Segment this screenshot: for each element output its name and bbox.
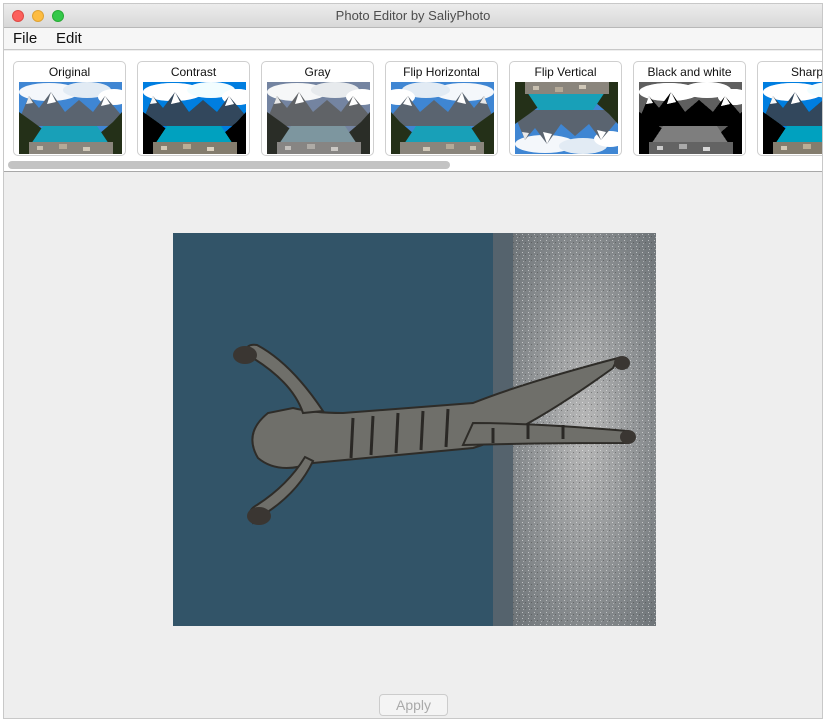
filter-preview-original [19,82,122,154]
menu-bar: File Edit [4,28,822,50]
filter-label: Original [48,65,91,79]
menu-file[interactable]: File [13,30,37,47]
filter-preview-contrast [143,82,246,154]
filter-label: Contrast [170,65,217,79]
filter-preview-flip-vertical [515,82,618,154]
filter-strip-scrollbar[interactable] [8,161,450,169]
window-title: Photo Editor by SaliyPhoto [335,8,491,23]
menu-edit[interactable]: Edit [56,30,82,47]
filter-label: Gray [304,65,331,79]
main-photo [173,233,656,626]
filter-black-and-white[interactable]: Black and white [633,61,746,156]
filter-preview-flip-horizontal [391,82,494,154]
filter-label: Flip Horizontal [403,65,480,79]
apply-button[interactable]: Apply [379,694,448,716]
filter-label: Flip Vertical [534,65,597,79]
filter-original[interactable]: Original [13,61,126,156]
filter-preview-sharp [763,82,822,154]
filter-label: Sharp [791,65,822,79]
filter-flip-horizontal[interactable]: Flip Horizontal [385,61,498,156]
app-window: Photo Editor by SaliyPhoto File Edit Ori… [3,3,823,719]
title-bar: Photo Editor by SaliyPhoto [4,4,822,28]
filter-contrast[interactable]: Contrast [137,61,250,156]
filter-preview-black-and-white [639,82,742,154]
filter-strip: Original Contrast Gray Flip Horizontal F… [4,51,822,172]
filter-label: Black and white [647,65,732,79]
filter-flip-vertical[interactable]: Flip Vertical [509,61,622,156]
filter-preview-gray [267,82,370,154]
filter-gray[interactable]: Gray [261,61,374,156]
filter-sharp[interactable]: Sharp [757,61,822,156]
